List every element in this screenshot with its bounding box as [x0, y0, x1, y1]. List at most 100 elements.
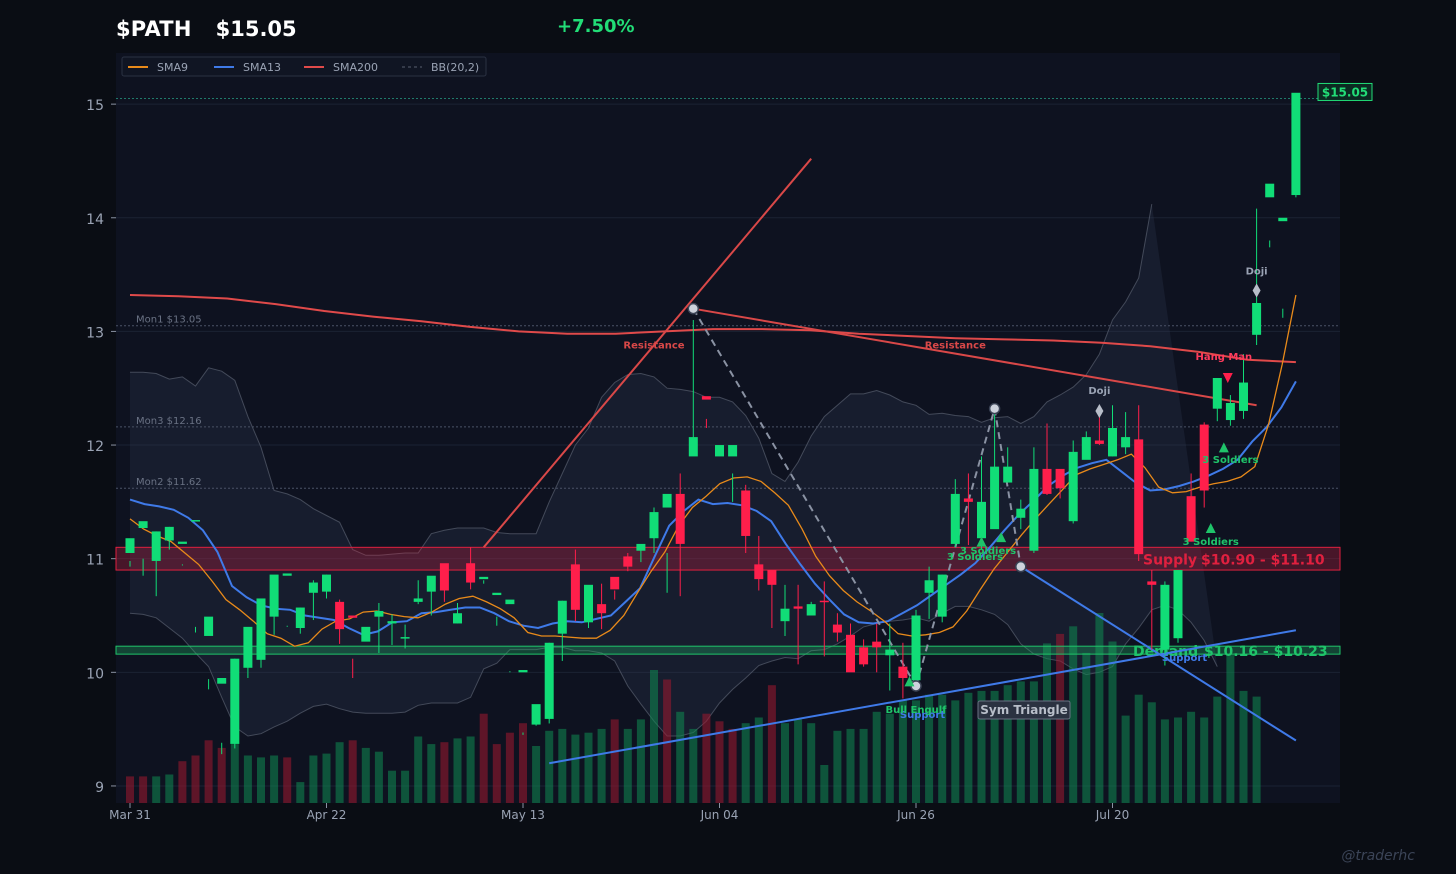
candle-body	[859, 647, 869, 665]
candle-body	[793, 606, 803, 609]
volume-bar	[388, 770, 396, 803]
candle-body	[688, 437, 698, 457]
candle-body	[649, 512, 659, 539]
candle-body	[295, 607, 305, 628]
candle-body	[872, 641, 882, 648]
volume-bar	[165, 774, 174, 803]
legend-label: SMA200	[333, 61, 378, 74]
volume-bar	[270, 755, 279, 803]
candle-body	[217, 678, 227, 684]
candle-body	[597, 604, 607, 614]
y-tick-label: 12	[86, 439, 104, 455]
volume-bar	[1200, 717, 1209, 803]
candle-body	[256, 598, 266, 660]
volume-bar	[833, 730, 842, 803]
candle-body	[426, 575, 436, 592]
pattern-label: Support	[1162, 653, 1207, 664]
price-chart[interactable]: 9 10 11 12 13 14 15 Mar 31 Apr 22 May 13 Jun 04 Jun…	[0, 0, 1456, 874]
volume-bar	[728, 728, 737, 803]
volume-bar	[885, 713, 894, 803]
candle-body	[754, 564, 764, 580]
volume-bar	[1108, 641, 1117, 803]
volume-bar	[466, 736, 475, 803]
candle-body	[204, 616, 214, 636]
volume-bar	[309, 755, 318, 803]
volume-bar	[676, 711, 685, 803]
volume-bar	[1174, 717, 1182, 803]
volume-bar	[361, 747, 370, 803]
legend-label: BB(20,2)	[431, 61, 479, 74]
pattern-label: 3 Soldiers	[947, 552, 1003, 563]
volume-bar	[820, 765, 829, 803]
candle-body	[308, 582, 318, 593]
volume-bar	[1160, 719, 1169, 803]
candle-body	[1278, 217, 1288, 222]
volume-bar	[532, 746, 541, 803]
volume-bar	[597, 728, 606, 803]
volume-bar	[152, 776, 161, 803]
volume-bar	[1095, 613, 1104, 803]
volume-bar	[479, 713, 488, 803]
candle-body	[675, 493, 685, 544]
volume-bar	[204, 740, 213, 803]
candle-body	[1055, 468, 1065, 489]
candle-body	[715, 445, 724, 457]
legend: SMA9 SMA13 SMA200 BB(20,2)	[121, 56, 487, 77]
candle-body	[269, 574, 279, 617]
candle-body	[1186, 496, 1196, 542]
candle-body	[335, 601, 345, 630]
volume-bar	[702, 713, 711, 803]
level-label: Mon2 $11.62	[136, 477, 202, 488]
candle-body	[518, 670, 528, 673]
candle-body	[230, 658, 240, 744]
volume-bar	[650, 670, 658, 803]
candle-body	[374, 610, 384, 617]
candle-body	[846, 634, 855, 673]
candle-body	[492, 592, 502, 596]
pivot-marker	[988, 402, 1001, 415]
pivot-marker	[687, 302, 700, 315]
volume-bar	[689, 728, 698, 803]
volume-bar	[1082, 652, 1091, 803]
candle-body	[728, 445, 738, 457]
y-tick-label: 10	[86, 666, 104, 682]
pattern-label: Doji	[1246, 267, 1268, 278]
candle-body	[1265, 183, 1275, 198]
candle-body	[1094, 440, 1104, 444]
sym-triangle-label: Sym Triangle	[977, 700, 1071, 720]
candle-body	[361, 626, 371, 642]
volume-bar	[846, 728, 855, 803]
volume-bar	[1213, 696, 1222, 803]
candle-body	[937, 574, 947, 617]
candle-body	[1003, 466, 1013, 483]
volume-bar	[1226, 654, 1235, 803]
volume-bar	[374, 751, 383, 803]
pattern-label: Hang Man	[1195, 352, 1252, 363]
volume-bar	[623, 728, 632, 803]
candle-body	[125, 538, 135, 553]
candle-body	[806, 604, 816, 616]
legend-label: SMA13	[243, 61, 281, 74]
volume-bar	[139, 776, 148, 803]
volume-bar	[558, 728, 567, 803]
volume-bar	[1187, 711, 1196, 803]
x-tick-label: Jun 26	[896, 808, 935, 822]
volume-bar	[636, 719, 645, 803]
candle-body	[1147, 581, 1157, 585]
candle-body	[322, 574, 331, 592]
volume-bar	[807, 723, 816, 803]
volume-bar	[243, 755, 252, 803]
supply-zone-range: $10.90 - $11.10	[1201, 553, 1325, 569]
volume-bar	[230, 744, 239, 803]
candle-body	[439, 563, 449, 591]
last-price-tag-text: $15.05	[1322, 85, 1368, 99]
volume-bar	[440, 742, 449, 803]
candle-body	[177, 541, 187, 544]
candle-body	[466, 563, 476, 583]
candle-body	[557, 600, 567, 634]
volume-bar	[191, 755, 200, 803]
volume-bar	[126, 776, 134, 803]
candle-body	[243, 626, 253, 668]
volume-bar	[335, 742, 344, 803]
candle-body	[1239, 382, 1248, 411]
